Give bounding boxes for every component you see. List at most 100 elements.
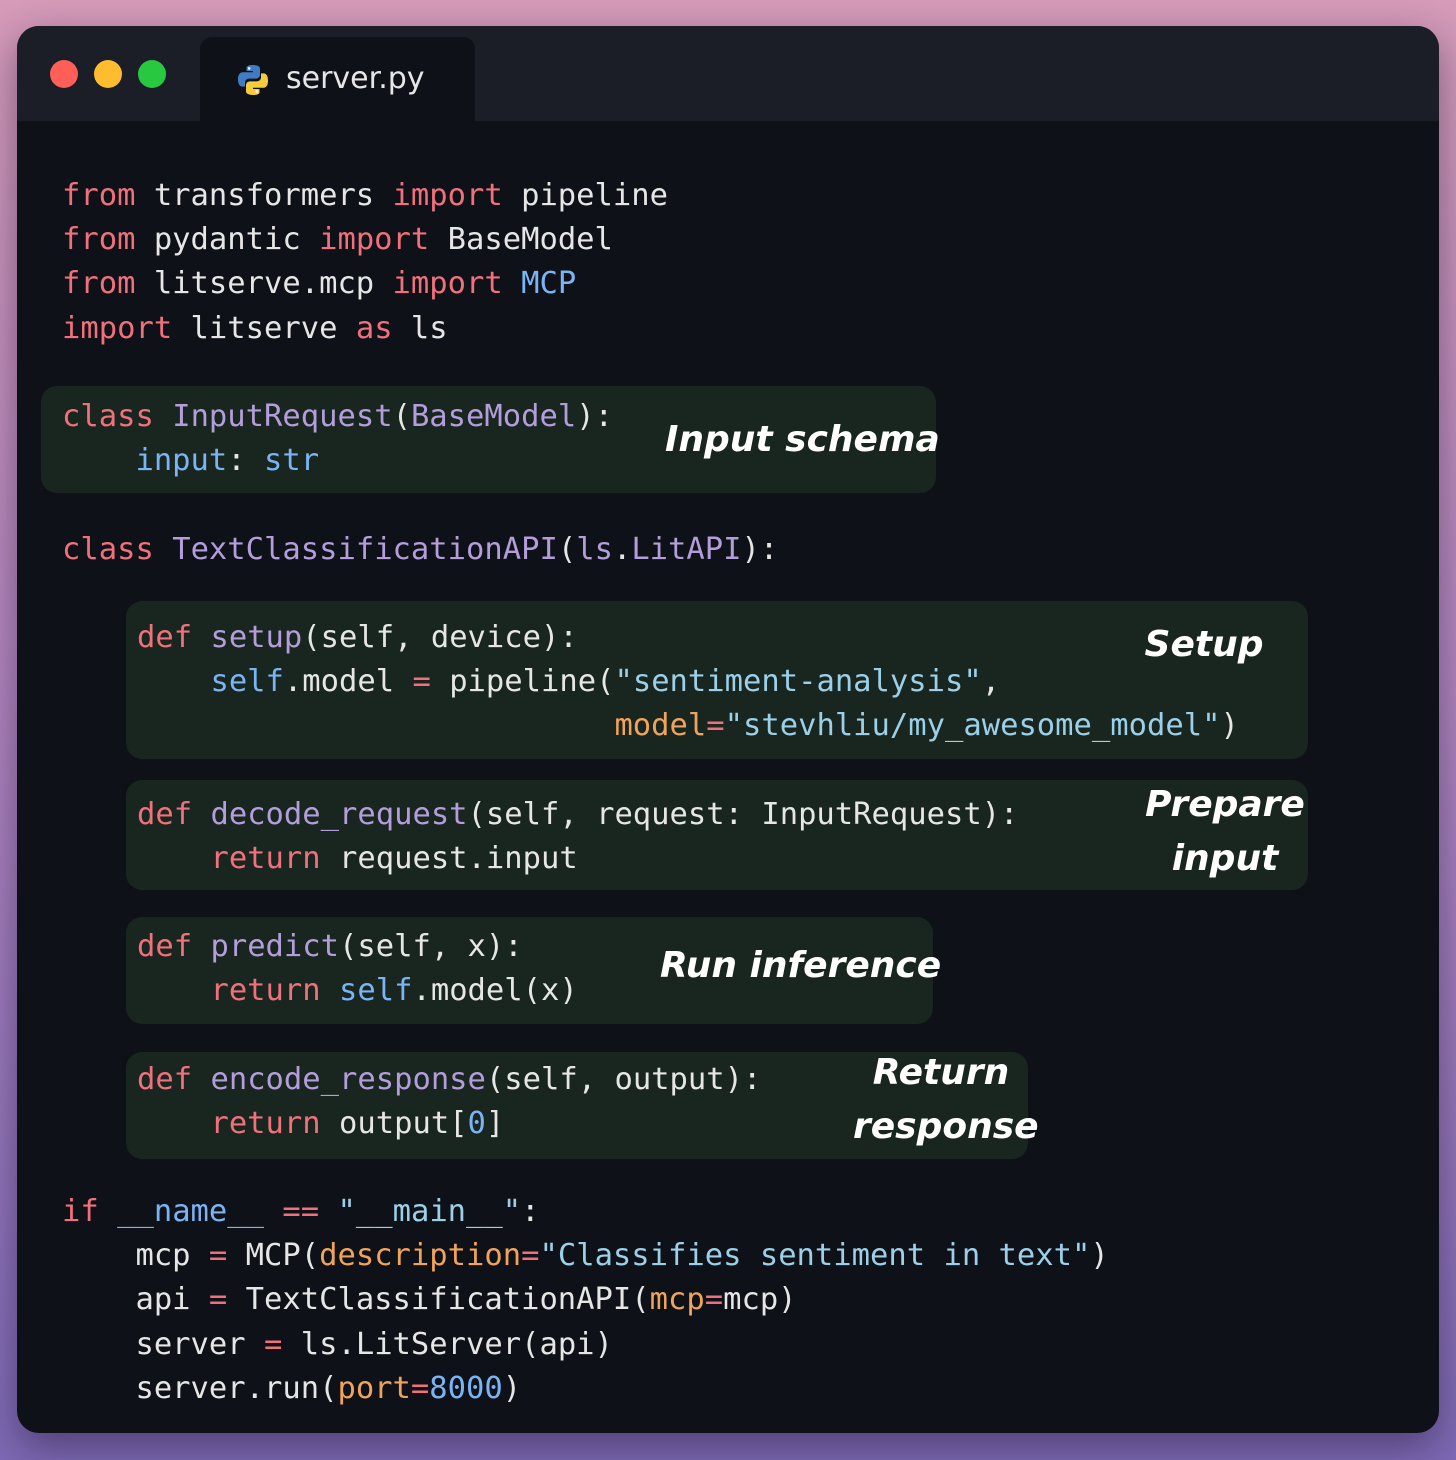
close-window-button[interactable] (50, 60, 78, 88)
code-token: encode_response (210, 1062, 486, 1097)
code-token: decode_request (210, 797, 468, 832)
code-token: from (62, 266, 136, 302)
code-token: class (62, 399, 154, 434)
code-token: as (355, 310, 393, 346)
code-token: self (210, 664, 284, 700)
main-block-code: if __name__ == "__main__": mcp = MCP(des… (62, 1190, 1109, 1411)
code-token: def (137, 797, 193, 832)
code-token: .model (283, 664, 413, 700)
editor-window: server.py from transformers import pipel… (17, 26, 1439, 1433)
predict-method-code: def predict(self, x): return self.model(… (137, 925, 578, 1013)
decode-request-method-code: def decode_request(self, request: InputR… (137, 793, 1018, 881)
code-token: __name__ (117, 1194, 265, 1229)
code-token: from (62, 178, 136, 213)
code-token: ls.LitServer(api) (282, 1326, 613, 1362)
code-token: == (282, 1194, 320, 1229)
code-token: litserve (172, 310, 356, 346)
code-token: = (706, 708, 725, 744)
code-token: = (412, 664, 431, 700)
code-token: : (521, 1194, 540, 1229)
code-token: mcp (62, 1238, 209, 1274)
setup-method-code: def setup(self, device): self.model = pi… (137, 616, 1239, 749)
code-token: InputRequest (172, 399, 393, 434)
title-bar: server.py (17, 26, 1439, 121)
code-token: predict (210, 929, 340, 964)
annotation-setup: Setup (1144, 624, 1264, 665)
code-token: "__main__" (337, 1194, 522, 1229)
code-token: LitAPI (631, 532, 742, 567)
code-token: mcp (649, 1282, 705, 1318)
code-token: transformers (135, 178, 393, 213)
code-token: ) (1090, 1238, 1109, 1274)
code-token: api (62, 1282, 209, 1318)
code-token: return (210, 1106, 321, 1142)
code-token: ls (576, 532, 613, 567)
code-token: "stevhliu/my_awesome_model" (724, 708, 1221, 744)
code-token: BaseModel (429, 222, 613, 258)
maximize-window-button[interactable] (138, 60, 166, 88)
code-token: "Classifies sentiment in text" (539, 1238, 1091, 1274)
code-token: str (264, 443, 320, 479)
annotation-input-schema: Input schema (665, 419, 940, 460)
code-token: MCP (521, 266, 577, 302)
code-token: setup (210, 620, 303, 655)
code-token: . (612, 532, 632, 567)
code-token: = (704, 1282, 724, 1318)
tab-label: server.py (286, 61, 425, 96)
code-token: def (137, 1062, 193, 1097)
code-token: = (410, 1370, 430, 1406)
encode-response-method-code: def encode_response(self, output): retur… (137, 1058, 761, 1146)
code-token: : (227, 443, 265, 479)
code-token: def (137, 620, 193, 655)
code-token: litserve.mcp (135, 266, 393, 302)
code-token: return (210, 841, 321, 877)
code-token: pipeline (502, 178, 668, 213)
code-token: import (392, 266, 503, 302)
code-token: MCP( (227, 1238, 320, 1274)
imports-code: from transformers import pipeline from p… (62, 174, 668, 351)
code-token: ls (392, 310, 448, 346)
code-token: ): (576, 399, 613, 434)
code-token: request.input (320, 841, 578, 877)
code-token: 0 (467, 1106, 486, 1142)
code-token: TextClassificationAPI( (227, 1282, 650, 1318)
code-token: def (137, 929, 193, 964)
class-definition-code: class TextClassificationAPI(ls.LitAPI): (62, 528, 778, 572)
code-token: ( (557, 532, 577, 567)
code-token: .model(x) (412, 973, 578, 1009)
minimize-window-button[interactable] (94, 60, 122, 88)
code-token: ) (502, 1370, 522, 1406)
code-token: (self, output): (485, 1062, 762, 1097)
tab-server-py[interactable]: server.py (200, 37, 475, 121)
code-token: "sentiment-analysis" (614, 664, 982, 700)
code-token: import (392, 178, 503, 213)
code-token: pydantic (135, 222, 320, 258)
code-token: ] (485, 1106, 505, 1142)
code-token: model (614, 708, 707, 744)
code-token: = (208, 1282, 228, 1318)
code-token: (self, device): (302, 620, 578, 655)
code-token: ( (392, 399, 411, 434)
code-token: = (208, 1238, 228, 1274)
code-token: return (210, 973, 321, 1009)
code-token: TextClassificationAPI (172, 532, 558, 567)
code-token: ) (1220, 708, 1239, 744)
code-token: = (521, 1238, 540, 1274)
code-token: output[ (320, 1106, 468, 1142)
code-token: (self, request: InputRequest): (467, 797, 1019, 832)
code-token: server (62, 1326, 264, 1362)
code-token: 8000 (429, 1370, 503, 1406)
annotation-run-inference: Run inference (660, 945, 942, 986)
code-token: if (62, 1194, 99, 1229)
